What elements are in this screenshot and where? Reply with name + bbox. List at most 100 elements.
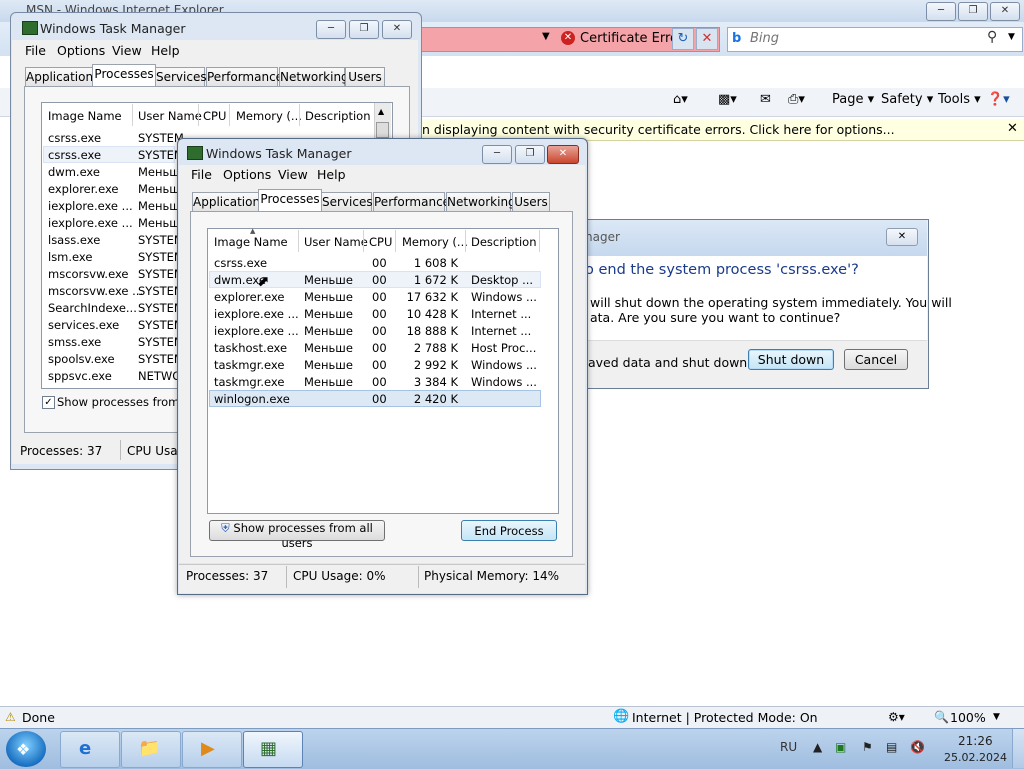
tm-back-row-image-name[interactable]: csrss.exe bbox=[48, 131, 101, 145]
tm-row-image-name[interactable]: winlogon.exe bbox=[214, 392, 290, 406]
infobar-text[interactable]: n displaying content with security certi… bbox=[422, 122, 895, 137]
search-dropdown-icon[interactable]: ▼ bbox=[1008, 32, 1015, 42]
tm-col-image-name[interactable]: Image Name bbox=[214, 235, 288, 249]
action-center-icon[interactable]: ⚑ bbox=[862, 740, 873, 754]
tm-row-memory[interactable]: 2 992 K bbox=[398, 358, 458, 372]
tm-back-row-image-name[interactable]: iexplore.exe ... bbox=[48, 199, 133, 213]
tm-back-tab-networking[interactable]: Networking bbox=[279, 67, 349, 86]
clock-time[interactable]: 21:26 bbox=[958, 734, 993, 748]
ie-minimize-button[interactable]: ─ bbox=[926, 2, 956, 21]
tm-row-user-name[interactable]: Меньше bbox=[304, 290, 353, 304]
mail-icon[interactable]: ✉ bbox=[760, 92, 771, 107]
tm-row-cpu[interactable]: 00 bbox=[372, 273, 387, 287]
tm-row-cpu[interactable]: 00 bbox=[372, 358, 387, 372]
tm-row-image-name[interactable]: taskhost.exe bbox=[214, 341, 287, 355]
tm-row-memory[interactable]: 18 888 K bbox=[398, 324, 458, 338]
tm-back-tab-services[interactable]: Services bbox=[155, 67, 207, 86]
clock-date[interactable]: 25.02.2024 bbox=[944, 751, 1007, 764]
tm-back-row-image-name[interactable]: lsm.exe bbox=[48, 250, 92, 264]
tm-row-cpu[interactable]: 00 bbox=[372, 341, 387, 355]
tm-tab-processes[interactable]: Processes bbox=[258, 189, 322, 211]
tm-back-scroll-thumb[interactable] bbox=[376, 122, 389, 138]
tm-back-row-image-name[interactable]: SearchIndexe... bbox=[48, 301, 137, 315]
tm-row-user-name[interactable]: Меньше bbox=[304, 324, 353, 338]
tray-app-icon[interactable]: ▣ bbox=[835, 740, 846, 754]
tm-row-memory[interactable]: 17 632 K bbox=[398, 290, 458, 304]
tm-back-row-image-name[interactable]: iexplore.exe ... bbox=[48, 216, 133, 230]
tm-back-menu-options[interactable]: Options bbox=[57, 43, 105, 58]
zoom-level[interactable]: 100% bbox=[950, 710, 986, 725]
tm-back-row-image-name[interactable]: lsass.exe bbox=[48, 233, 100, 247]
taskbar-media-player[interactable]: ▶ bbox=[182, 731, 242, 768]
taskbar-explorer[interactable]: 📁 bbox=[121, 731, 181, 768]
tm-row-cpu[interactable]: 00 bbox=[372, 324, 387, 338]
tm-tab-performance[interactable]: Performance bbox=[373, 192, 450, 211]
tm-menu-file[interactable]: File bbox=[191, 167, 212, 182]
tm-back-row-image-name[interactable]: explorer.exe bbox=[48, 182, 119, 196]
volume-muted-icon[interactable]: 🔇 bbox=[910, 740, 925, 754]
scroll-up-icon[interactable]: ▲ bbox=[378, 107, 384, 116]
tm-back-row-user-name[interactable]: NETWO bbox=[138, 369, 181, 383]
tm-row-memory[interactable]: 1 608 K bbox=[398, 256, 458, 270]
tm-row-memory[interactable]: 2 420 K bbox=[398, 392, 458, 406]
ie-close-button[interactable]: ✕ bbox=[990, 2, 1020, 21]
tm-back-row-image-name[interactable]: mscorsvw.exe bbox=[48, 267, 128, 281]
tm-menu-options[interactable]: Options bbox=[223, 167, 271, 182]
tm-row-image-name[interactable]: explorer.exe bbox=[214, 290, 285, 304]
show-all-processes-button[interactable]: ⛨ Show processes from all users bbox=[209, 520, 385, 550]
tm-back-tab-users[interactable]: Users bbox=[345, 67, 385, 86]
chevron-down-icon[interactable]: ▼ bbox=[542, 31, 550, 42]
tm-row-user-name[interactable]: Меньше bbox=[304, 358, 353, 372]
tm-minimize-button[interactable]: ─ bbox=[482, 145, 512, 164]
tm-col-user-name[interactable]: User Name bbox=[304, 235, 368, 249]
cert-error-label[interactable]: Certificate Error bbox=[580, 31, 683, 46]
page-menu[interactable]: Page ▾ bbox=[832, 92, 874, 107]
tm-row-description[interactable]: Internet ... bbox=[471, 307, 531, 321]
tm-close-button[interactable]: ✕ bbox=[547, 145, 579, 164]
tm-row-image-name[interactable]: iexplore.exe ... bbox=[214, 307, 299, 321]
tm-back-menu-view[interactable]: View bbox=[112, 43, 142, 58]
tm-back-close-button[interactable]: ✕ bbox=[382, 20, 412, 39]
tm-row-user-name[interactable]: Меньше bbox=[304, 307, 353, 321]
tm-tab-networking[interactable]: Networking bbox=[446, 192, 516, 211]
tm-back-col-cpu[interactable]: CPU bbox=[203, 109, 226, 123]
tm-row-cpu[interactable]: 00 bbox=[372, 375, 387, 389]
tm-row-user-name[interactable]: Меньше bbox=[304, 375, 353, 389]
tm-back-maximize-button[interactable]: ❐ bbox=[349, 20, 379, 39]
end-process-button[interactable]: End Process bbox=[461, 520, 557, 541]
tm-tab-services[interactable]: Services bbox=[321, 192, 373, 211]
safety-menu[interactable]: Safety ▾ bbox=[881, 92, 933, 107]
stop-icon[interactable]: ✕ bbox=[696, 28, 718, 50]
tm-row-user-name[interactable]: Меньше bbox=[304, 341, 353, 355]
zoom-dropdown-icon[interactable]: ▼ bbox=[993, 712, 1000, 722]
tm-back-row-image-name[interactable]: dwm.exe bbox=[48, 165, 100, 179]
home-icon[interactable]: ⌂▾ bbox=[673, 92, 688, 107]
ie-maximize-button[interactable]: ❐ bbox=[958, 2, 988, 21]
help-icon[interactable]: ❓▾ bbox=[987, 92, 1010, 107]
tm-back-menu-help[interactable]: Help bbox=[151, 43, 180, 58]
tm-row-image-name[interactable]: csrss.exe bbox=[214, 256, 267, 270]
search-input[interactable] bbox=[750, 29, 970, 47]
tm-row-description[interactable]: Internet ... bbox=[471, 324, 531, 338]
tm-row-description[interactable]: Host Proc... bbox=[471, 341, 536, 355]
tm-back-row-image-name[interactable]: spoolsv.exe bbox=[48, 352, 115, 366]
tm-back-row-image-name[interactable]: services.exe bbox=[48, 318, 119, 332]
tm-back-row-image-name[interactable]: smss.exe bbox=[48, 335, 101, 349]
refresh-icon[interactable]: ↻ bbox=[672, 28, 694, 50]
tm-row-cpu[interactable]: 00 bbox=[372, 307, 387, 321]
taskbar-task-manager[interactable]: ▦ bbox=[243, 731, 303, 768]
protected-mode-icon[interactable]: ⚙▾ bbox=[888, 710, 905, 724]
tm-row-image-name[interactable]: iexplore.exe ... bbox=[214, 324, 299, 338]
tm-row-memory[interactable]: 2 788 K bbox=[398, 341, 458, 355]
tm-back-tab-performance[interactable]: Performance bbox=[206, 67, 283, 86]
tools-menu[interactable]: Tools ▾ bbox=[938, 92, 981, 107]
tm-back-show-all-label[interactable]: Show processes from all bbox=[57, 395, 196, 409]
tm-row-memory[interactable]: 3 384 K bbox=[398, 375, 458, 389]
dialog-close-button[interactable]: ✕ bbox=[886, 228, 918, 246]
tm-back-tab-processes[interactable]: Processes bbox=[92, 64, 156, 86]
taskbar-ie[interactable]: e bbox=[60, 731, 120, 768]
tm-row-user-name[interactable]: Меньше bbox=[304, 273, 353, 287]
tm-row-cpu[interactable]: 00 bbox=[372, 290, 387, 304]
tm-back-minimize-button[interactable]: ─ bbox=[316, 20, 346, 39]
tm-back-row-image-name[interactable]: sppsvc.exe bbox=[48, 369, 112, 383]
